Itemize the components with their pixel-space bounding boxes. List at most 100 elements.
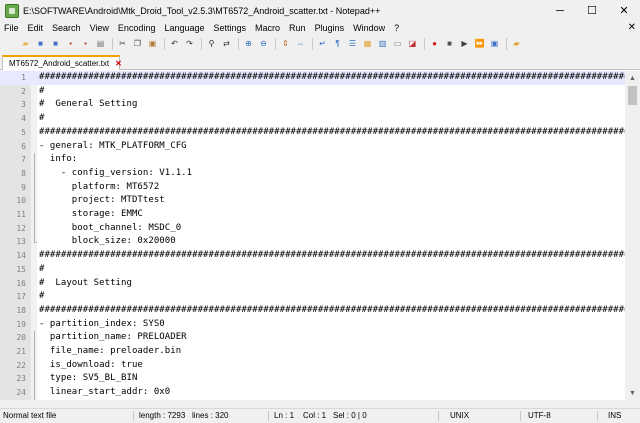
menu-view[interactable]: View	[90, 23, 109, 33]
scroll-up-arrow-icon[interactable]: ▲	[625, 71, 640, 85]
close-all-icon[interactable]: ▪	[79, 38, 92, 51]
find-icon[interactable]: ⚲	[205, 38, 218, 51]
code-line[interactable]: 12 boot_channel: MSDC_0	[0, 221, 625, 236]
notepad-plus-plus-app-icon[interactable]	[5, 3, 19, 18]
code-line[interactable]: 5 #######################################…	[0, 126, 625, 140]
function-list-icon[interactable]: ▥	[376, 38, 389, 51]
editor-area[interactable]: 1 #######################################…	[0, 71, 625, 400]
close-window-button[interactable]: ✕	[608, 0, 640, 21]
zoom-in-icon[interactable]: ⊕	[242, 38, 255, 51]
cut-icon[interactable]: ✂	[116, 38, 129, 51]
code-line-text: # Layout Setting	[39, 277, 132, 288]
tab-bar: MT6572_Android_scatter.txt ✕	[0, 53, 640, 70]
code-line[interactable]: 2 #	[0, 85, 625, 99]
line-number: 16	[16, 278, 26, 288]
code-line[interactable]: 18 ######################################…	[0, 304, 625, 318]
run-macro-multiple-icon[interactable]: ⏩	[473, 38, 486, 51]
code-line[interactable]: 13 block_size: 0x20000	[0, 235, 625, 249]
menu-file[interactable]: File	[4, 23, 19, 33]
toolbar-separator	[312, 38, 313, 50]
save-macro-icon[interactable]: ▣	[488, 38, 501, 51]
record-macro-icon[interactable]: ●	[428, 38, 441, 51]
code-line[interactable]: 17 #	[0, 290, 625, 304]
code-line[interactable]: 20 partition_name: PRELOADER	[0, 331, 625, 345]
tab-close-icon[interactable]: ✕	[115, 59, 122, 68]
horizontal-scrollbar[interactable]	[0, 400, 625, 408]
zoom-out-icon[interactable]: ⊖	[257, 38, 270, 51]
scroll-down-arrow-icon[interactable]: ▼	[625, 386, 640, 400]
menu-settings[interactable]: Settings	[214, 23, 247, 33]
close-icon[interactable]: ▪	[64, 38, 77, 51]
code-line[interactable]: 24 linear_start_addr: 0x0	[0, 386, 625, 400]
launch-icon[interactable]: ▰	[510, 38, 523, 51]
paste-icon[interactable]: ▣	[146, 38, 159, 51]
code-line[interactable]: 6 - general: MTK_PLATFORM_CFG	[0, 140, 625, 154]
folder-workspace-icon[interactable]: ▭	[391, 38, 404, 51]
code-line[interactable]: 16 # Layout Setting	[0, 277, 625, 291]
toolbar: ▫ ▰ ■ ■ ▪ ▪ ▤ ✂ ❐ ▣ ↶ ↷ ⚲ ⇄ ⊕ ⊖ ⇕ ⇔ ↵ ¶ ☰ ▦ ▥ ▭ ◪ ● ■ ▶ ⏩ ▣ ▰	[0, 35, 640, 53]
status-divider	[520, 411, 521, 421]
menu-language[interactable]: Language	[164, 23, 204, 33]
show-all-chars-icon[interactable]: ¶	[331, 38, 344, 51]
fold-guide-line	[32, 235, 37, 249]
line-number: 12	[16, 223, 26, 233]
save-all-icon[interactable]: ■	[49, 38, 62, 51]
code-line[interactable]: 8 - config_version: V1.1.1	[0, 166, 625, 181]
menu-plugins[interactable]: Plugins	[315, 23, 345, 33]
code-line[interactable]: 11 storage: EMMC	[0, 208, 625, 222]
menu-run[interactable]: Run	[289, 23, 306, 33]
doc-map-icon[interactable]: ▦	[361, 38, 374, 51]
open-file-icon[interactable]: ▰	[19, 38, 32, 51]
scroll-thumb[interactable]	[628, 86, 637, 105]
code-line[interactable]: 10 project: MTDTtest	[0, 194, 625, 208]
sync-vertical-icon[interactable]: ⇕	[279, 38, 292, 51]
code-line[interactable]: 23 type: SV5_BL_BIN	[0, 372, 625, 386]
close-document-x-icon[interactable]: ✕	[628, 21, 636, 35]
undo-icon[interactable]: ↶	[168, 38, 181, 51]
minimize-button[interactable]: ─	[544, 0, 576, 21]
word-wrap-icon[interactable]: ↵	[316, 38, 329, 51]
code-text[interactable]: 1 #######################################…	[0, 71, 625, 400]
code-line[interactable]: 1 #######################################…	[0, 71, 625, 85]
status-bar: Normal text file length : 7293 lines : 3…	[0, 408, 640, 423]
status-encoding: UTF-8	[528, 411, 551, 420]
menu-window[interactable]: Window	[353, 23, 385, 33]
redo-icon[interactable]: ↷	[183, 38, 196, 51]
code-line-text: #	[39, 263, 45, 274]
replace-icon[interactable]: ⇄	[220, 38, 233, 51]
code-line[interactable]: 19 - partition_index: SYS0	[0, 318, 625, 332]
code-line[interactable]: 15 #	[0, 263, 625, 277]
indent-guide-icon[interactable]: ☰	[346, 38, 359, 51]
vertical-scrollbar[interactable]: ▲ ▼	[625, 71, 640, 400]
code-line-text: - config_version: V1.1.1	[39, 167, 193, 178]
sync-horizontal-icon[interactable]: ⇔	[294, 38, 307, 51]
playback-macro-icon[interactable]: ▶	[458, 38, 471, 51]
line-number: 13	[16, 237, 26, 247]
copy-icon[interactable]: ❐	[131, 38, 144, 51]
window-controls: ─ ☐ ✕	[544, 0, 640, 21]
code-line[interactable]: 3 # General Setting	[0, 98, 625, 112]
code-line[interactable]: 7 info:	[0, 153, 625, 167]
maximize-button[interactable]: ☐	[576, 0, 608, 21]
code-line[interactable]: 4 #	[0, 112, 625, 126]
code-line[interactable]: 22 is_download: true	[0, 358, 625, 373]
menu-encoding[interactable]: Encoding	[118, 23, 156, 33]
print-icon[interactable]: ▤	[94, 38, 107, 51]
tab-mt6572-android-scatter[interactable]: MT6572_Android_scatter.txt ✕	[2, 55, 122, 70]
line-number: 7	[21, 155, 26, 165]
status-line-number: Ln : 1	[274, 411, 295, 420]
stop-record-icon[interactable]: ■	[443, 38, 456, 51]
menu-search[interactable]: Search	[52, 23, 81, 33]
save-icon[interactable]: ■	[34, 38, 47, 51]
code-line[interactable]: 21 file_name: preloader.bin	[0, 345, 625, 359]
code-line-text: partition_name: PRELOADER	[39, 332, 187, 343]
code-line[interactable]: 14 ######################################…	[0, 249, 625, 263]
code-line[interactable]: 9 platform: MT6572	[0, 180, 625, 195]
menu-edit[interactable]: Edit	[28, 23, 44, 33]
monitor-icon[interactable]: ◪	[406, 38, 419, 51]
new-file-icon[interactable]: ▫	[4, 38, 17, 51]
menu-macro[interactable]: Macro	[255, 23, 280, 33]
status-file-type: Normal text file	[3, 411, 57, 420]
menu-help[interactable]: ?	[394, 23, 399, 33]
line-number: 5	[21, 127, 26, 137]
